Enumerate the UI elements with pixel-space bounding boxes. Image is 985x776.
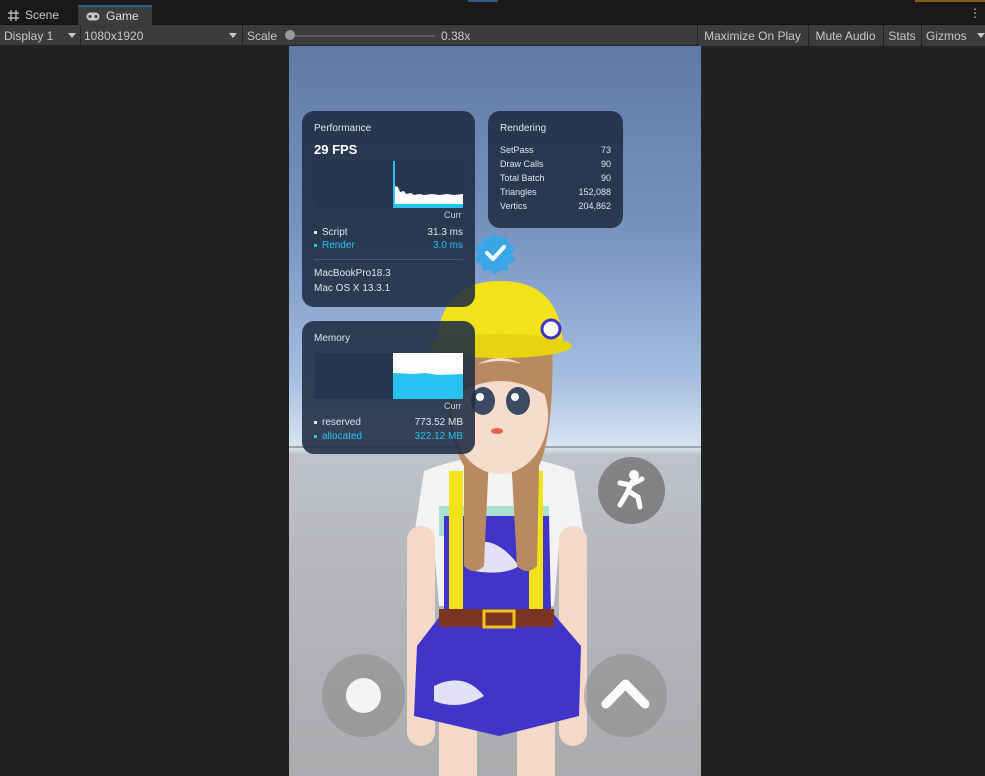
bullet-icon bbox=[314, 434, 317, 438]
rendering-title: Rendering bbox=[500, 123, 547, 134]
memory-panel: Memory Curr reserved 773.52 MB allocated… bbox=[302, 321, 475, 454]
mute-audio-button[interactable]: Mute Audio bbox=[808, 25, 882, 46]
render-value: 3.0 ms bbox=[432, 240, 463, 251]
reserved-label: reserved bbox=[322, 417, 361, 428]
fps-value: 29 FPS bbox=[314, 142, 358, 157]
performance-panel: Performance 29 FPS Curr Script 31.3 ms R… bbox=[302, 111, 475, 307]
dance-pose-button[interactable] bbox=[598, 457, 665, 524]
setpass-value: 73 bbox=[600, 145, 611, 155]
rendering-panel: Rendering SetPass 73 Draw Calls 90 Total B… bbox=[488, 111, 623, 228]
grid-icon bbox=[8, 9, 19, 21]
chevron-down-icon bbox=[229, 33, 237, 38]
toolbar-accent-2 bbox=[915, 0, 985, 2]
game-view-toolbar: Display 1 1080x1920 Scale 0.38x Maximize… bbox=[0, 25, 985, 46]
render-stat-row: Render 3.0 ms bbox=[314, 240, 463, 253]
os-version: Mac OS X 13.3.1 bbox=[314, 283, 391, 294]
triangles-label: Triangles bbox=[500, 187, 537, 197]
scale-label: Scale bbox=[247, 28, 278, 43]
memory-graph bbox=[314, 353, 463, 399]
maximize-on-play-button[interactable]: Maximize On Play bbox=[697, 25, 807, 46]
allocated-value: 322.12 MB bbox=[414, 431, 463, 442]
totalbatch-label: Total Batch bbox=[500, 173, 545, 183]
render-label: Render bbox=[322, 240, 355, 251]
scale-slider-handle[interactable] bbox=[285, 30, 295, 40]
chevron-down-icon bbox=[977, 33, 985, 38]
rendering-row-vertics: Vertics 204,862 bbox=[500, 201, 611, 215]
gizmos-dropdown[interactable]: Gizmos bbox=[921, 25, 985, 46]
rendering-row-triangles: Triangles 152,088 bbox=[500, 187, 611, 201]
scale-value: 0.38x bbox=[441, 28, 471, 43]
drawcalls-label: Draw Calls bbox=[500, 159, 544, 169]
gamepad-icon bbox=[86, 12, 100, 20]
scale-slider-track[interactable] bbox=[290, 35, 435, 37]
tab-game-label: Game bbox=[106, 9, 139, 23]
script-value: 31.3 ms bbox=[427, 227, 463, 238]
mute-audio-label: Mute Audio bbox=[815, 28, 876, 43]
performance-graph bbox=[314, 161, 463, 208]
rendering-row-totalbatch: Total Batch 90 bbox=[500, 173, 611, 187]
bullet-icon bbox=[314, 230, 317, 234]
performance-title: Performance bbox=[314, 123, 372, 134]
toolbar-divider bbox=[242, 25, 243, 46]
more-options-icon[interactable]: ⋮ bbox=[969, 7, 981, 19]
toolbar-accent bbox=[468, 0, 498, 2]
vertics-label: Vertics bbox=[500, 201, 528, 211]
game-render-area[interactable]: Performance 29 FPS Curr Script 31.3 ms R… bbox=[289, 46, 701, 776]
movement-joystick[interactable] bbox=[322, 654, 405, 737]
memory-graph-curr: Curr bbox=[444, 401, 462, 411]
stats-label: Stats bbox=[888, 28, 916, 43]
rendering-row-drawcalls: Draw Calls 90 bbox=[500, 159, 611, 173]
allocated-label: allocated bbox=[322, 431, 363, 442]
chevron-down-icon bbox=[68, 33, 76, 38]
jump-button[interactable] bbox=[584, 654, 667, 737]
reserved-stat-row: reserved 773.52 MB bbox=[314, 417, 463, 430]
script-label: Script bbox=[322, 227, 348, 238]
totalbatch-value: 90 bbox=[600, 173, 611, 183]
allocated-stat-row: allocated 322.12 MB bbox=[314, 431, 463, 444]
memory-title: Memory bbox=[314, 333, 351, 344]
bullet-icon bbox=[314, 420, 317, 424]
drawcalls-value: 90 bbox=[600, 159, 611, 169]
joystick-knob[interactable] bbox=[346, 678, 381, 713]
toolbar-divider bbox=[80, 25, 81, 46]
chevron-up-icon bbox=[601, 679, 650, 709]
resolution-dropdown[interactable]: 1080x1920 bbox=[84, 25, 242, 46]
verified-badge-icon[interactable] bbox=[473, 231, 517, 275]
display-dropdown[interactable]: Display 1 bbox=[4, 25, 78, 46]
triangles-value: 152,088 bbox=[578, 187, 611, 197]
tab-game[interactable]: Game bbox=[78, 5, 152, 25]
tab-scene-label: Scene bbox=[25, 8, 60, 22]
resolution-dropdown-label: 1080x1920 bbox=[84, 28, 144, 43]
editor-tab-bar: Scene Game ⋮ bbox=[0, 0, 985, 25]
setpass-label: SetPass bbox=[500, 145, 534, 155]
tab-scene[interactable]: Scene bbox=[0, 5, 74, 25]
display-dropdown-label: Display 1 bbox=[4, 28, 54, 43]
performance-graph-curr: Curr bbox=[444, 210, 462, 220]
gizmos-label: Gizmos bbox=[926, 28, 967, 43]
bullet-icon bbox=[314, 243, 317, 247]
script-stat-row: Script 31.3 ms bbox=[314, 227, 463, 240]
rendering-row-setpass: SetPass 73 bbox=[500, 145, 611, 159]
device-name: MacBookPro18.3 bbox=[314, 268, 391, 279]
dancing-person-icon bbox=[617, 470, 645, 510]
maximize-on-play-label: Maximize On Play bbox=[704, 28, 801, 43]
performance-divider bbox=[314, 259, 463, 260]
stats-button[interactable]: Stats bbox=[883, 25, 920, 46]
reserved-value: 773.52 MB bbox=[414, 417, 463, 428]
vertics-value: 204,862 bbox=[578, 201, 611, 211]
